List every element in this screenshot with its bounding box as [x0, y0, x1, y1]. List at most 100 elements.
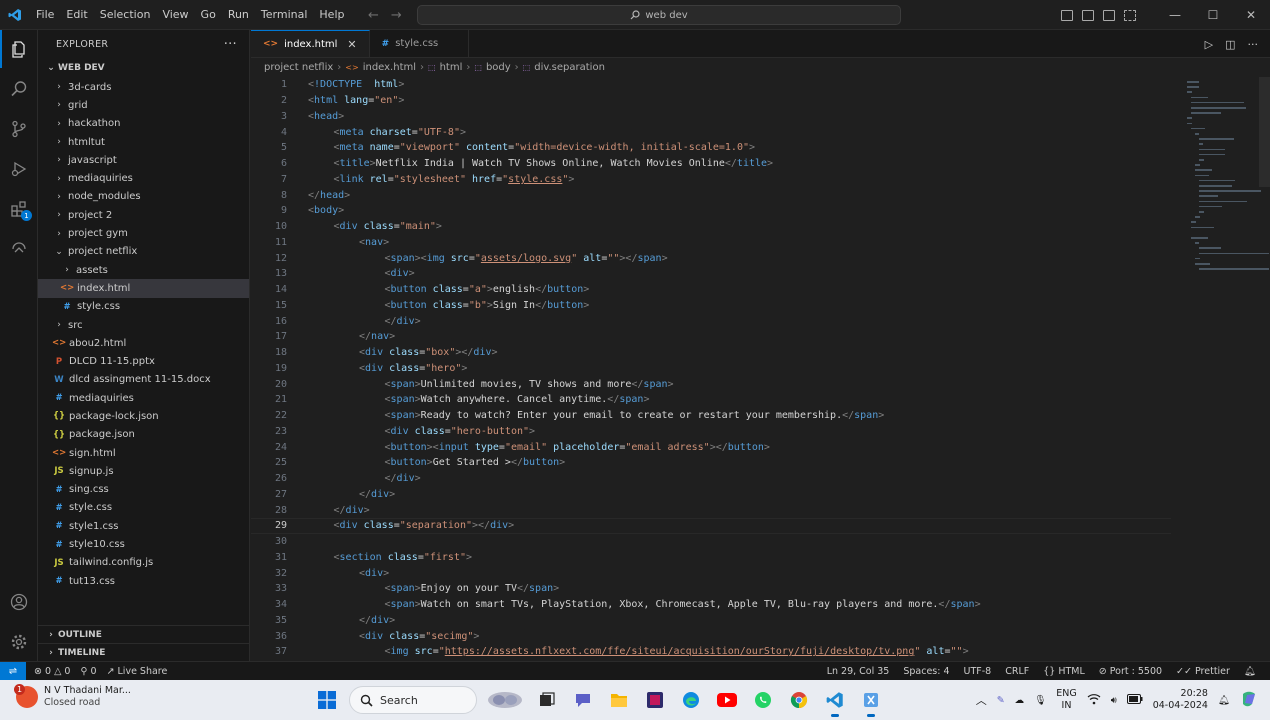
file-item[interactable]: # style1.css [38, 517, 249, 535]
system-clock[interactable]: 20:28 04-04-2024 [1153, 688, 1208, 712]
code-line[interactable]: 24 <button><input type="email" placeholde… [251, 439, 1171, 455]
input-language[interactable]: ENG IN [1056, 688, 1076, 712]
code-line[interactable]: 11 <nav> [251, 235, 1171, 251]
breadcrumb-item[interactable]: project netflix [264, 62, 333, 73]
code-line[interactable]: 28 </div> [251, 502, 1171, 518]
copilot-tray-icon[interactable] [1240, 690, 1258, 711]
indentation[interactable]: Spaces: 4 [903, 666, 949, 677]
code-line[interactable]: 25 <button>Get Started ></button> [251, 455, 1171, 471]
menu-help[interactable]: Help [313, 0, 350, 30]
cursor-position[interactable]: Ln 29, Col 35 [827, 666, 890, 677]
minimize-button[interactable]: — [1156, 0, 1194, 30]
edge-browser-icon[interactable] [673, 680, 709, 720]
code-line[interactable]: 30 [251, 534, 1171, 550]
folder-item[interactable]: › project gym [38, 224, 249, 242]
more-actions-icon[interactable]: ··· [1248, 38, 1259, 51]
close-window-button[interactable]: ✕ [1232, 0, 1270, 30]
prettier-status[interactable]: ✓✓ Prettier [1176, 666, 1230, 677]
onedrive-cloud-icon[interactable]: ☁︎ [1015, 695, 1025, 706]
chrome-icon[interactable] [781, 680, 817, 720]
menu-edit[interactable]: Edit [60, 0, 93, 30]
code-line[interactable]: 14 <button class="a">english</button> [251, 282, 1171, 298]
code-line[interactable]: 5 <meta name="viewport" content="width=de… [251, 140, 1171, 156]
ports-indicator[interactable]: ⚲ 0 [80, 666, 96, 677]
live-server-port[interactable]: ⊘ Port : 5500 [1099, 666, 1162, 677]
folder-item[interactable]: › grid [38, 96, 249, 114]
file-item[interactable]: JS tailwind.config.js [38, 554, 249, 572]
file-item[interactable]: # style.css [38, 298, 249, 316]
folder-item[interactable]: › assets [38, 261, 249, 279]
minimap[interactable] [1183, 77, 1269, 317]
file-item[interactable]: <> index.html [38, 279, 249, 298]
code-line[interactable]: 13 <div> [251, 266, 1171, 282]
menu-view[interactable]: View [156, 0, 194, 30]
code-line[interactable]: 29 <div class="separation"></div> [251, 518, 1171, 534]
tab-style-css[interactable]: # style.css [370, 30, 470, 57]
windows-start-icon[interactable] [309, 680, 345, 720]
manage-gear-icon[interactable] [0, 623, 38, 661]
code-line[interactable]: 8 </head> [251, 187, 1171, 203]
whatsapp-icon[interactable] [745, 680, 781, 720]
folder-item[interactable]: › 3d-cards [38, 78, 249, 96]
more-actions-icon[interactable]: ··· [224, 37, 237, 52]
run-icon[interactable]: ▷ [1205, 38, 1213, 51]
maximize-button[interactable]: ☐ [1194, 0, 1232, 30]
code-line[interactable]: 1 <!DOCTYPE html> [251, 77, 1171, 93]
code-line[interactable]: 9 <body> [251, 203, 1171, 219]
code-line[interactable]: 16 </div> [251, 313, 1171, 329]
code-line[interactable]: 27 </div> [251, 487, 1171, 503]
file-item[interactable]: # mediaquiries [38, 389, 249, 407]
file-item[interactable]: # tut13.css [38, 572, 249, 590]
file-item[interactable]: # style10.css [38, 535, 249, 553]
code-line[interactable]: 22 <span>Ready to watch? Enter your email… [251, 408, 1171, 424]
live-share-button[interactable]: ↗ Live Share [107, 666, 168, 677]
forward-arrow-icon[interactable]: → [391, 8, 402, 23]
encoding[interactable]: UTF-8 [964, 666, 992, 677]
folder-item[interactable]: › javascript [38, 151, 249, 169]
folder-item[interactable]: › src [38, 316, 249, 334]
breadcrumb-item[interactable]: body [486, 62, 511, 73]
code-editor[interactable]: 1 <!DOCTYPE html> 2 <html lang="en"> 3 <head>… [251, 77, 1181, 661]
remote-explorer-icon[interactable] [0, 230, 38, 268]
folder-item[interactable]: › htmltut [38, 133, 249, 151]
battery-icon[interactable] [1126, 693, 1143, 707]
split-editor-icon[interactable]: ◫ [1225, 38, 1235, 51]
close-tab-icon[interactable]: ✕ [347, 38, 356, 51]
code-line[interactable]: 20 <span>Unlimited movies, TV shows and m… [251, 376, 1171, 392]
code-line[interactable]: 18 <div class="box"></div> [251, 345, 1171, 361]
code-line[interactable]: 15 <button class="b">Sign In</button> [251, 298, 1171, 314]
toggle-secondary-sidebar-icon[interactable] [1103, 9, 1115, 21]
code-line[interactable]: 17 </nav> [251, 329, 1171, 345]
search-view-icon[interactable] [0, 70, 38, 108]
explorer-icon[interactable] [0, 30, 38, 68]
file-item[interactable]: JS signup.js [38, 462, 249, 480]
file-item[interactable]: P DLCD 11-15.pptx [38, 352, 249, 370]
pen-icon[interactable]: ✎ [997, 695, 1005, 706]
toggle-primary-sidebar-icon[interactable] [1061, 9, 1073, 21]
file-item[interactable]: Wdlcd assingment 11-15.docx [38, 371, 249, 389]
outline-section[interactable]: › OUTLINE [38, 625, 250, 643]
visual-studio-icon[interactable] [637, 680, 673, 720]
task-view-icon[interactable] [529, 680, 565, 720]
problems-indicator[interactable]: ⊗ 0 △ 0 [34, 666, 70, 677]
copilot-icon[interactable] [481, 680, 529, 720]
run-debug-icon[interactable] [0, 150, 38, 188]
microphone-icon[interactable]: 🎙︎ [1034, 695, 1046, 706]
taskbar-search[interactable]: Search [349, 686, 477, 714]
toggle-panel-icon[interactable] [1082, 9, 1094, 21]
source-control-icon[interactable] [0, 110, 38, 148]
snipping-tool-icon[interactable] [853, 680, 889, 720]
folder-item[interactable]: › project 2 [38, 206, 249, 224]
menu-go[interactable]: Go [195, 0, 222, 30]
code-line[interactable]: 35 </div> [251, 613, 1171, 629]
chat-icon[interactable] [565, 680, 601, 720]
code-line[interactable]: 34 <span>Watch on smart TVs, PlayStation,… [251, 597, 1171, 613]
volume-icon[interactable]: 🔊︎ [1111, 695, 1117, 706]
menu-selection[interactable]: Selection [94, 0, 157, 30]
code-line[interactable]: 26 </div> [251, 471, 1171, 487]
code-line[interactable]: 2 <html lang="en"> [251, 93, 1171, 109]
file-item[interactable]: <> sign.html [38, 444, 249, 462]
vscode-taskbar-icon[interactable] [817, 680, 853, 720]
folder-item[interactable]: › mediaquiries [38, 169, 249, 187]
folder-item[interactable]: › hackathon [38, 115, 249, 133]
